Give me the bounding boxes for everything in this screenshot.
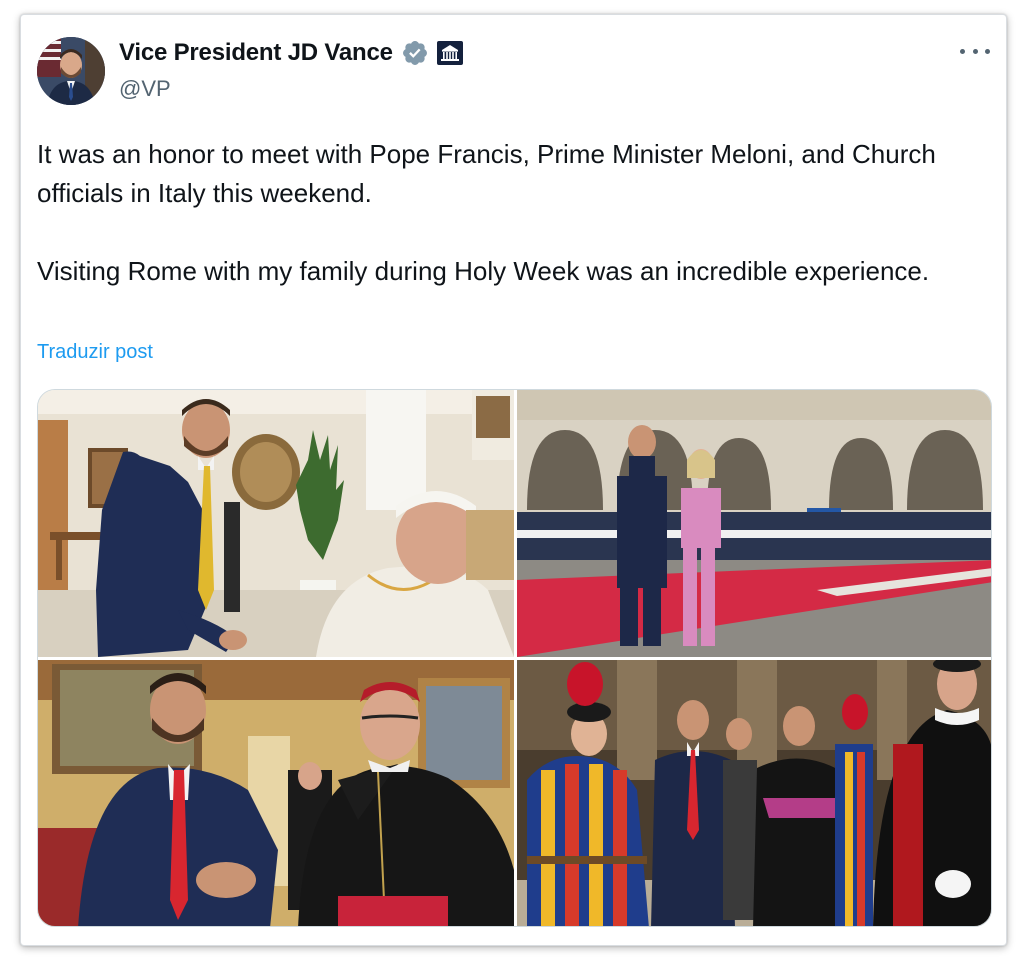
meeting-pope-photo[interactable] (38, 390, 514, 657)
swiss-guard-procession-photo[interactable] (517, 660, 991, 926)
tweet-paragraph: It was an honor to meet with Pope Franci… (37, 139, 936, 208)
cardinal-handshake-photo[interactable] (38, 660, 514, 926)
white-house-icon[interactable] (436, 41, 463, 65)
tweet-paragraph: Visiting Rome with my family during Holy… (37, 256, 930, 286)
dot-icon (985, 48, 990, 54)
more-options-icon[interactable] (960, 41, 990, 61)
avatar[interactable] (37, 37, 105, 105)
dot-icon (972, 48, 978, 54)
tweet-card: Vice President JD Vance @VP It was an ho… (20, 14, 1007, 946)
dot-icon (960, 48, 965, 54)
author-handle[interactable]: @VP (119, 76, 171, 102)
verified-badge-icon[interactable] (401, 39, 429, 67)
welcome-ceremony-photo[interactable] (517, 390, 991, 657)
avatar-image (37, 37, 105, 105)
tweet-text: It was an honor to meet with Pope Franci… (37, 135, 977, 291)
author-display-name[interactable]: Vice President JD Vance (119, 39, 393, 67)
media-grid (37, 389, 992, 927)
author-name-row: Vice President JD Vance (119, 39, 463, 67)
translate-post-link[interactable]: Traduzir post (37, 341, 153, 364)
